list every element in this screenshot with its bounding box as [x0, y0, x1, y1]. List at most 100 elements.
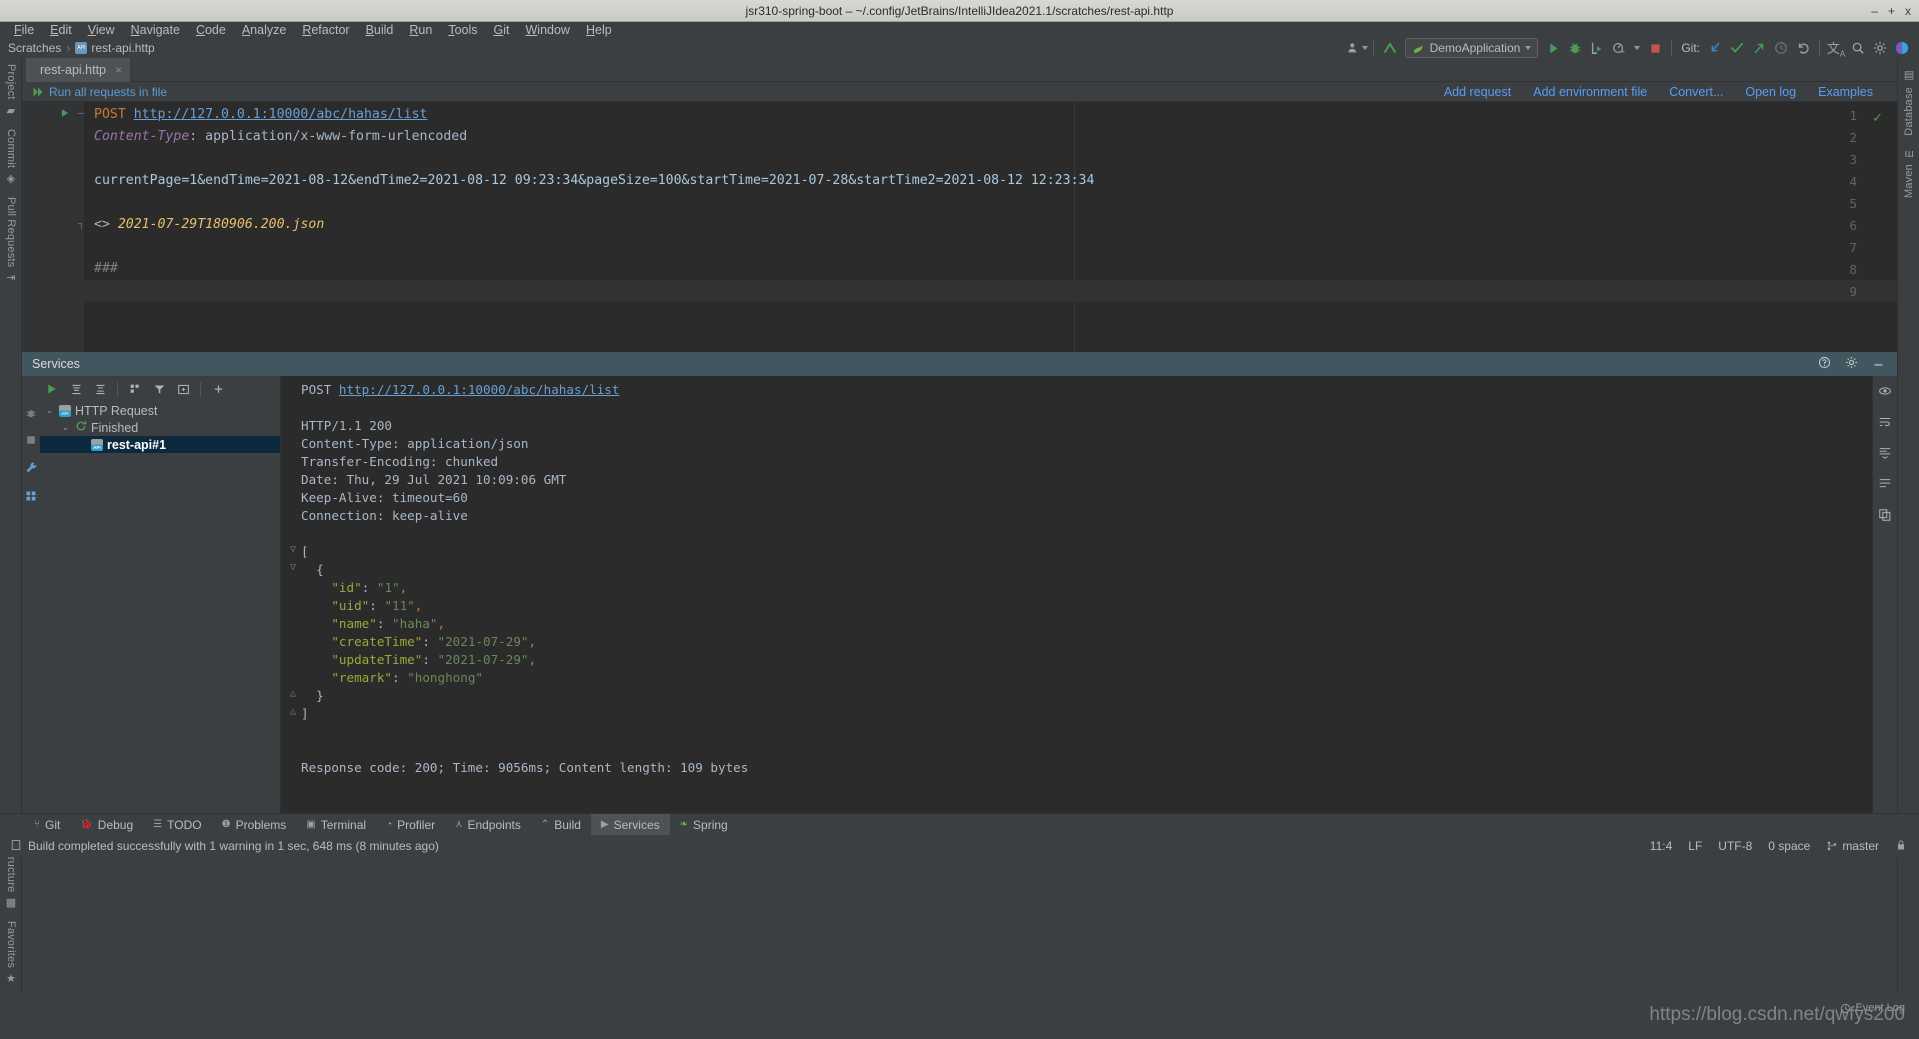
- menu-window[interactable]: Window: [517, 22, 577, 38]
- breadcrumb-file[interactable]: rest-api.http: [91, 41, 154, 55]
- menu-build[interactable]: Build: [358, 22, 402, 38]
- menu-git[interactable]: Git: [486, 22, 518, 38]
- tool-window-button-spring[interactable]: ❧ Spring: [670, 814, 738, 836]
- caret-position[interactable]: 11:4: [1650, 839, 1672, 853]
- line-separator[interactable]: LF: [1688, 839, 1702, 853]
- user-avatar-caret-icon[interactable]: [1361, 46, 1368, 50]
- group-icon[interactable]: [123, 378, 147, 400]
- search-everywhere-icon[interactable]: [1847, 37, 1869, 59]
- ide-theme-icon[interactable]: [1891, 37, 1913, 59]
- menu-tools[interactable]: Tools: [440, 22, 485, 38]
- git-update-icon[interactable]: [1704, 37, 1726, 59]
- fold-marker[interactable]: △: [290, 688, 296, 699]
- run-configuration-selector[interactable]: DemoApplication: [1404, 38, 1539, 58]
- debug-icon[interactable]: [1564, 37, 1586, 59]
- tool-button-project[interactable]: Project ▰: [0, 58, 22, 123]
- fold-marker[interactable]: ─: [78, 108, 88, 118]
- close-icon[interactable]: ×: [115, 63, 122, 77]
- services-tree[interactable]: ⌄ HTTP Request ⌄ Finished rest-api#1: [40, 402, 280, 813]
- tool-button-database[interactable]: Database ▤: [1898, 64, 1919, 142]
- menu-view[interactable]: View: [80, 22, 123, 38]
- menu-navigate[interactable]: Navigate: [123, 22, 188, 38]
- new-tab-icon[interactable]: [171, 378, 195, 400]
- fold-marker[interactable]: ┐: [78, 218, 88, 228]
- breadcrumb-scratches[interactable]: Scratches: [8, 41, 61, 55]
- tool-window-button-profiler[interactable]: ◔ Profiler: [376, 814, 445, 836]
- link-open-log[interactable]: Open log: [1745, 85, 1796, 99]
- grid-icon[interactable]: [25, 490, 37, 505]
- tool-window-button-endpoints[interactable]: ⋏ Endpoints: [445, 814, 531, 836]
- tree-node-finished[interactable]: ⌄ Finished: [40, 419, 280, 436]
- status-message[interactable]: Build completed successfully with 1 warn…: [28, 839, 439, 853]
- menu-edit[interactable]: Edit: [42, 22, 80, 38]
- tree-node-http-request[interactable]: ⌄ HTTP Request: [40, 402, 280, 419]
- tool-button-pull-requests[interactable]: Pull Requests ⇥: [0, 191, 22, 290]
- git-branch[interactable]: master: [1826, 839, 1879, 853]
- settings-gear-icon[interactable]: [1845, 356, 1858, 372]
- gutter-run-icon[interactable]: [60, 108, 70, 121]
- link-examples[interactable]: Examples: [1818, 85, 1873, 99]
- fold-marker[interactable]: ▽: [290, 562, 296, 573]
- chevron-down-icon[interactable]: [1525, 46, 1532, 50]
- maximize-button[interactable]: +: [1888, 4, 1895, 18]
- file-encoding[interactable]: UTF-8: [1718, 839, 1752, 853]
- tool-window-button-debug[interactable]: 🐞 Debug: [70, 814, 143, 836]
- indent-setting[interactable]: 0 space: [1768, 839, 1810, 853]
- git-push-icon[interactable]: [1748, 37, 1770, 59]
- code-editor[interactable]: 1 ─ POST http://127.0.0.1:10000/abc/hahas/…: [22, 102, 1897, 352]
- settings-gear-icon[interactable]: [1869, 37, 1891, 59]
- tool-button-commit[interactable]: Commit ◈: [0, 123, 22, 191]
- editor-tab-rest-api-http[interactable]: rest-api.http ×: [26, 58, 131, 82]
- chevron-down-icon[interactable]: ⌄: [44, 405, 55, 416]
- scroll-end-icon[interactable]: [1878, 446, 1892, 463]
- profile-icon[interactable]: [1608, 37, 1630, 59]
- tool-window-button-problems[interactable]: ❶ Problems: [212, 814, 297, 836]
- editor-gutter[interactable]: [22, 102, 84, 352]
- copy-icon[interactable]: [1878, 508, 1892, 525]
- tree-node-rest-api#1[interactable]: rest-api#1: [40, 436, 280, 453]
- stop-icon[interactable]: [26, 435, 36, 448]
- tool-button-maven[interactable]: Maven m: [1898, 142, 1919, 204]
- git-history-icon[interactable]: [1770, 37, 1792, 59]
- collapse-all-icon[interactable]: [88, 378, 112, 400]
- tool-window-button-terminal[interactable]: ▣ Terminal: [296, 814, 376, 836]
- run-icon[interactable]: [40, 378, 64, 400]
- tool-window-button-services[interactable]: ▶ Services: [590, 813, 670, 836]
- hide-icon[interactable]: [1872, 356, 1885, 372]
- menu-code[interactable]: Code: [188, 22, 234, 38]
- wrap-text-icon[interactable]: [1878, 415, 1892, 432]
- debug-icon[interactable]: [25, 407, 37, 422]
- event-log-button[interactable]: Event Log: [1840, 1002, 1905, 1014]
- response-request-url[interactable]: http://127.0.0.1:10000/abc/hahas/list: [339, 382, 620, 397]
- eye-icon[interactable]: [1878, 384, 1892, 401]
- git-commit-icon[interactable]: [1726, 37, 1748, 59]
- help-icon[interactable]: [1818, 356, 1831, 372]
- code-token[interactable]: http://127.0.0.1:10000/abc/hahas/list: [134, 107, 428, 122]
- run-all-requests-button[interactable]: Run all requests in file: [32, 85, 167, 99]
- menu-help[interactable]: Help: [578, 22, 620, 38]
- translate-icon[interactable]: 文A: [1825, 37, 1847, 59]
- tool-window-button-build[interactable]: ⌃ Build: [531, 814, 591, 836]
- menu-analyze[interactable]: Analyze: [234, 22, 294, 38]
- stop-icon[interactable]: [1644, 37, 1666, 59]
- add-icon[interactable]: [206, 378, 230, 400]
- lock-icon[interactable]: [1895, 839, 1907, 854]
- link-convert[interactable]: Convert...: [1669, 85, 1723, 99]
- menu-refactor[interactable]: Refactor: [294, 22, 357, 38]
- close-button[interactable]: x: [1905, 4, 1911, 18]
- filter-icon[interactable]: [147, 378, 171, 400]
- menu-run[interactable]: Run: [401, 22, 440, 38]
- fold-marker[interactable]: △: [290, 706, 296, 717]
- tool-window-button-git[interactable]: ⑂ Git: [24, 814, 70, 836]
- minimize-button[interactable]: –: [1871, 4, 1878, 18]
- tool-button-favorites[interactable]: Favorites ★: [0, 915, 22, 991]
- fold-marker[interactable]: ▽: [290, 544, 296, 555]
- git-rollback-icon[interactable]: [1792, 37, 1814, 59]
- link-add-request[interactable]: Add request: [1444, 85, 1511, 99]
- menu-file[interactable]: File: [6, 22, 42, 38]
- tool-window-button-todo[interactable]: ☰ TODO: [143, 814, 211, 836]
- update-project-icon[interactable]: [1379, 37, 1401, 59]
- run-with-coverage-icon[interactable]: [1586, 37, 1608, 59]
- inspection-ok-icon[interactable]: ✓: [1872, 110, 1883, 126]
- run-icon[interactable]: [1542, 37, 1564, 59]
